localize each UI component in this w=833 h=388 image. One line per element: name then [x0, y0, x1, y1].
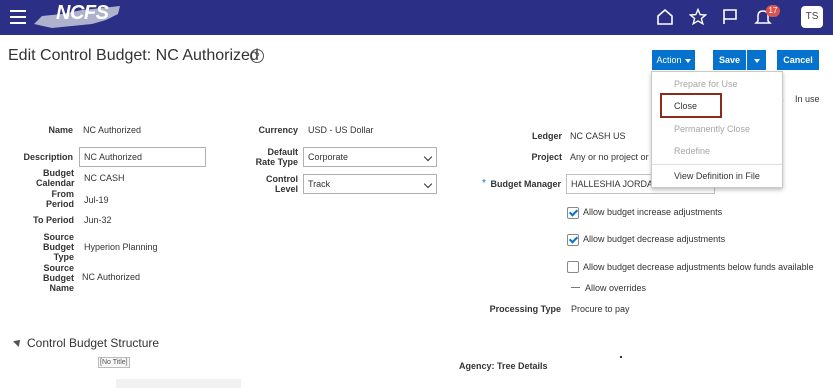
agency-tree-label: Agency: Tree Details [459, 361, 548, 371]
budget-calendar-value: NC CASH [84, 173, 125, 183]
control-level-select[interactable]: Track [303, 174, 437, 194]
budget-manager-value: HALLESHIA JORDA [571, 179, 654, 189]
to-period-label: To Period [33, 215, 74, 225]
source-budget-name-label: Source Budget Name [43, 263, 74, 293]
name-label: Name [48, 125, 73, 135]
collapse-triangle-icon[interactable] [13, 337, 23, 347]
allow-decrease-below-checkbox[interactable] [567, 261, 579, 273]
notification-badge: 17 [766, 5, 780, 17]
currency-value: USD - US Dollar [308, 125, 374, 135]
default-rate-type-label: Default Rate Type [255, 147, 298, 167]
default-rate-type-select[interactable]: Corporate [303, 147, 437, 167]
section-title: Control Budget Structure [27, 336, 160, 350]
logo-text: NCFS [56, 2, 109, 24]
structure-bar [116, 379, 241, 388]
budget-calendar-label: Budget Calendar [36, 168, 75, 188]
project-value: Any or no project or [570, 152, 649, 162]
menu-item-prepare-for-use: Prepare for Use [674, 79, 738, 89]
chevron-down-icon [684, 58, 691, 63]
home-icon[interactable] [656, 8, 674, 26]
description-input[interactable]: NC Authorized [79, 147, 206, 167]
required-indicator: * [482, 178, 486, 189]
ledger-label: Ledger [531, 131, 562, 141]
save-button[interactable]: Save [713, 50, 746, 70]
allow-decrease-below-label: Allow budget decrease adjustments below … [583, 262, 814, 272]
from-period-value: Jul-19 [84, 195, 109, 205]
menu-item-redefine: Redefine [674, 146, 711, 156]
source-budget-type-value: Hyperion Planning [84, 242, 158, 252]
description-label: Description [23, 152, 73, 162]
processing-type-label: Processing Type [489, 304, 561, 314]
action-button-label: Action [656, 55, 682, 65]
ledger-value: NC CASH US [570, 131, 626, 141]
user-avatar[interactable]: TS [801, 6, 823, 28]
page-title: Edit Control Budget: NC Authorized [8, 47, 259, 64]
action-button[interactable]: Action [652, 50, 695, 70]
budget-manager-label: Budget Manager [490, 179, 561, 189]
control-level-value: Track [308, 179, 331, 189]
project-label: Project [531, 152, 562, 162]
default-rate-type-value: Corporate [308, 152, 349, 162]
from-period-label: From Period [45, 189, 74, 209]
save-options-button[interactable] [747, 50, 766, 70]
chevron-down-icon [423, 152, 433, 162]
star-icon[interactable] [689, 8, 707, 26]
allow-overrides-label: Allow overrides [585, 283, 647, 293]
currency-label: Currency [258, 125, 298, 135]
allow-increase-label: Allow budget increase adjustments [583, 207, 723, 217]
no-title-placeholder: [No Title] [98, 357, 130, 368]
chevron-down-icon [753, 58, 760, 63]
status-value: In use [795, 94, 820, 104]
control-level-label: Control Level [266, 174, 298, 194]
action-menu: Prepare for Use Close Permanently Close … [651, 71, 783, 188]
chevron-down-icon [423, 179, 433, 189]
close-highlight-box [660, 93, 722, 118]
hamburger-menu-icon[interactable] [10, 10, 26, 24]
to-period-value: Jun-32 [84, 215, 112, 225]
source-budget-type-label: Source Budget Type [43, 232, 74, 262]
top-navigation-bar: NCFS 17 TS [0, 0, 833, 35]
dot-marker [620, 356, 622, 358]
flag-icon[interactable] [721, 8, 739, 26]
dash-divider [571, 287, 580, 288]
name-value: NC Authorized [83, 125, 142, 135]
cancel-button[interactable]: Cancel [777, 50, 819, 70]
source-budget-name-value: NC Authorized [82, 272, 141, 282]
processing-type-value: Procure to pay [571, 304, 630, 314]
allow-increase-checkbox[interactable] [567, 207, 579, 219]
menu-separator [652, 164, 782, 165]
allow-decrease-label: Allow budget decrease adjustments [583, 234, 726, 244]
help-icon[interactable]: ? [250, 49, 264, 63]
allow-decrease-checkbox[interactable] [567, 234, 579, 246]
menu-item-permanently-close: Permanently Close [674, 124, 751, 134]
menu-item-view-definition[interactable]: View Definition in File [674, 171, 760, 181]
